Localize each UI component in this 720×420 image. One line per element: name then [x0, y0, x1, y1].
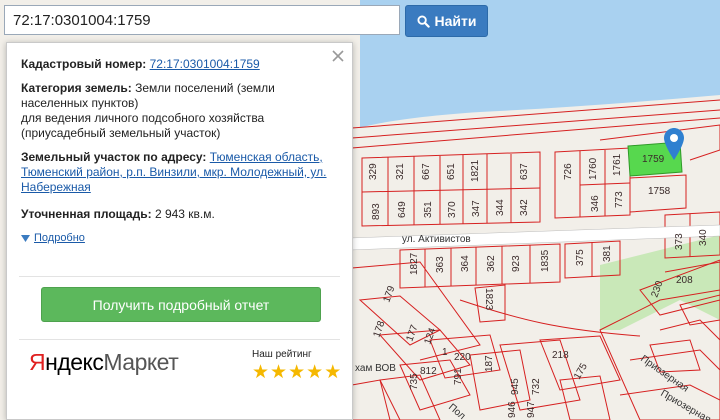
parcel-label: 208	[676, 275, 693, 286]
parcel-label: 364	[460, 255, 471, 272]
address-link-3[interactable]: Набережная	[21, 180, 91, 194]
land-category-value-2: населенных пунктов)	[21, 96, 139, 110]
parcel-label: 220	[454, 352, 471, 363]
parcel-label: 1827	[409, 252, 420, 275]
search-input[interactable]	[4, 5, 400, 35]
parcel-label: 342	[519, 199, 530, 216]
location-marker-icon[interactable]	[664, 128, 684, 160]
parcel-label: 946	[507, 401, 518, 418]
parcel-label: 651	[446, 163, 457, 180]
cadastral-number-field: Кадастровый номер: 72:17:0301004:1759	[21, 57, 339, 72]
parcel-info-popup: Кадастровый номер: 72:17:0301004:1759 Ка…	[6, 42, 353, 420]
parcel-label: 344	[495, 199, 506, 216]
logo-word-yandex: ндекс	[45, 349, 104, 375]
parcel-label: 1	[442, 347, 448, 358]
parcel-label: 381	[602, 245, 613, 262]
star-icon: ★	[306, 362, 324, 383]
get-report-button[interactable]: Получить подробный отчет	[41, 287, 321, 322]
parcel-label: 732	[531, 378, 542, 395]
popup-divider-2	[19, 339, 340, 340]
parcel-label: 218	[552, 350, 569, 361]
parcel-label: 1821	[470, 159, 481, 182]
search-icon	[416, 14, 430, 28]
parcel-label: 637	[519, 163, 530, 180]
parcel-label: 1761	[612, 153, 623, 176]
cadastral-number-label: Кадастровый номер:	[21, 57, 147, 71]
parcel-label: 362	[486, 255, 497, 272]
star-icon: ★	[252, 362, 270, 383]
address-link-1[interactable]: Тюменская область,	[210, 150, 323, 164]
parcel-label: 321	[395, 163, 406, 180]
parcel-label: 340	[698, 229, 709, 246]
parcel-label: 1759	[642, 154, 665, 165]
land-category-label: Категория земель:	[21, 81, 132, 95]
parcel-label: 667	[421, 163, 432, 180]
address-label: Земельный участок по адресу:	[21, 150, 207, 164]
parcel-label: 346	[590, 195, 601, 212]
parcel-label: 773	[614, 191, 625, 208]
get-report-button-label: Получить подробный отчет	[92, 296, 270, 313]
popup-divider	[19, 276, 340, 277]
parcel-label: 329	[368, 163, 379, 180]
cadastral-number-link[interactable]: 72:17:0301004:1759	[150, 57, 260, 71]
parcel-label: 893	[371, 203, 382, 220]
parcel-label: 1760	[588, 157, 599, 180]
search-button-label: Найти	[434, 13, 477, 29]
land-category-value-1: Земли поселений (земли	[135, 81, 275, 95]
parcel-label: 187	[484, 355, 495, 372]
details-link[interactable]: Подробно	[34, 231, 85, 246]
star-icon: ★	[270, 362, 288, 383]
street-label-activistov: ул. Активистов	[402, 234, 471, 245]
parcel-label: 347	[471, 200, 482, 217]
land-category-field: Категория земель: Земли поселений (земли…	[21, 81, 339, 141]
triangle-down-icon	[21, 235, 30, 242]
address-link-2[interactable]: Тюменский район, р.п. Винзили, мкр. Моло…	[21, 165, 327, 179]
logo-word-market: Маркет	[103, 349, 179, 375]
area-label: Уточненная площадь:	[21, 207, 152, 221]
logo-letter: Я	[29, 349, 46, 375]
parcel-label: 1758	[648, 186, 671, 197]
parcel-label: 791	[453, 368, 464, 385]
details-toggle[interactable]: Подробно	[21, 231, 339, 246]
parcel-label: 945	[510, 378, 521, 395]
parcel-label: 947	[526, 401, 537, 418]
address-field: Земельный участок по адресу: Тюменская о…	[21, 150, 339, 195]
parcel-label: 351	[423, 201, 434, 218]
parcel-label: 373	[674, 233, 685, 250]
parcel-label: 735	[409, 373, 420, 390]
search-button[interactable]: Найти	[405, 5, 488, 37]
land-purpose-line-2: (приусадебный земельный участок)	[21, 126, 221, 140]
star-icon: ★	[324, 362, 342, 383]
land-purpose-line-1: для ведения личного подсобного хозяйства	[21, 111, 265, 125]
area-field: Уточненная площадь: 2 943 кв.м.	[21, 207, 339, 222]
parcel-label: 649	[397, 201, 408, 218]
rating-label: Наш рейтинг	[252, 349, 312, 360]
street-label-vov: хам ВОВ	[355, 363, 396, 374]
parcel-label: 726	[563, 163, 574, 180]
yandex-market-logo[interactable]: ЯндексМаркет	[29, 349, 179, 376]
parcel-label: 375	[575, 249, 586, 266]
parcel-label: 923	[511, 255, 522, 272]
star-icon: ★	[288, 362, 306, 383]
parcel-label: 370	[447, 201, 458, 218]
yandex-market-promo[interactable]: ЯндексМаркет Наш рейтинг ★ ★ ★ ★ ★	[19, 341, 341, 389]
parcel-label: 363	[435, 256, 446, 273]
parcel-label: 1835	[540, 249, 551, 272]
area-value: 2 943 кв.м.	[154, 207, 215, 221]
parcel-label: 1823	[483, 288, 494, 311]
rating-stars: ★ ★ ★ ★ ★	[252, 363, 341, 382]
parcel-label: 812	[420, 366, 437, 377]
